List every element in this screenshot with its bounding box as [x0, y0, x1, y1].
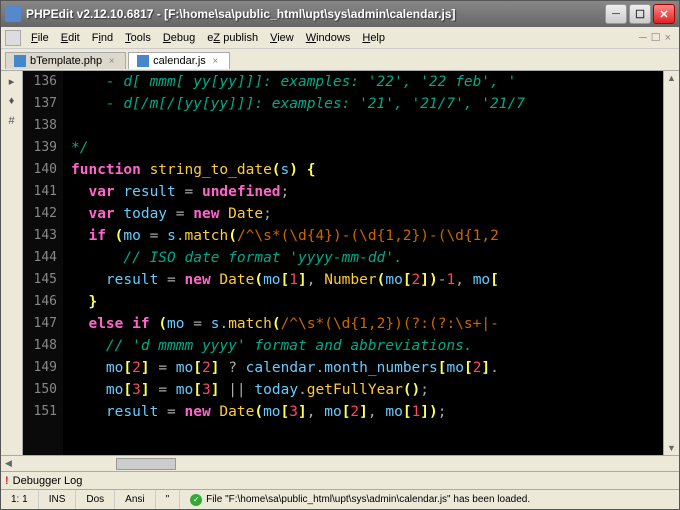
horizontal-scrollbar[interactable]: ◀ [1, 455, 679, 471]
menu-ez[interactable]: eZ publish [201, 30, 264, 46]
vertical-scrollbar[interactable] [663, 71, 679, 455]
app-icon [5, 6, 21, 22]
tabbar: bTemplate.php × calendar.js × [1, 49, 679, 71]
check-icon: ✓ [190, 494, 202, 506]
editor-left-rail: ▸ ♦ # [1, 71, 23, 455]
tab-btemplate[interactable]: bTemplate.php × [5, 52, 126, 69]
tab-close-icon[interactable]: × [665, 32, 671, 44]
titlebar[interactable]: PHPEdit v2.12.10.6817 - [F:\home\sa\publ… [1, 1, 679, 27]
window-title: PHPEdit v2.12.10.6817 - [F:\home\sa\publ… [26, 7, 603, 21]
js-file-icon [137, 55, 149, 67]
scrollbar-thumb[interactable] [116, 458, 176, 470]
code-editor[interactable]: - d[ mmm[ yy[yy]]]: examples: '22', '22 … [63, 71, 663, 455]
app-window: PHPEdit v2.12.10.6817 - [F:\home\sa\publ… [0, 0, 680, 510]
tab-label: calendar.js [153, 55, 206, 67]
line-number-gutter: 1361371381391401411421431441451461471481… [23, 71, 63, 455]
status-eol: Dos [76, 490, 115, 509]
menu-view[interactable]: View [264, 30, 300, 46]
minimize-button[interactable]: ─ [605, 4, 627, 24]
warning-icon: ! [5, 475, 9, 487]
menu-debug[interactable]: Debug [157, 30, 201, 46]
menubar: File Edit Find Tools Debug eZ publish Vi… [1, 27, 679, 49]
hash-icon[interactable]: # [5, 115, 19, 129]
status-message: ✓ File "F:\home\sa\public_html\upt\sys\a… [180, 490, 679, 509]
tab-label: bTemplate.php [30, 55, 102, 67]
tab-minimize-icon[interactable]: ─ [639, 32, 647, 44]
file-icon[interactable] [5, 30, 21, 46]
statusbar: 1: 1 INS Dos Ansi " ✓ File "F:\home\sa\p… [1, 489, 679, 509]
tab-calendar[interactable]: calendar.js × [128, 52, 230, 69]
menu-tools[interactable]: Tools [119, 30, 157, 46]
menu-edit[interactable]: Edit [55, 30, 86, 46]
status-encoding: Ansi [115, 490, 155, 509]
menu-file[interactable]: File [25, 30, 55, 46]
status-cursor-pos: 1: 1 [1, 490, 39, 509]
log-title: Debugger Log [13, 475, 83, 487]
editor-area: ▸ ♦ # 1361371381391401411421431441451461… [1, 71, 679, 455]
menu-help[interactable]: Help [356, 30, 391, 46]
log-panel-header[interactable]: ! Debugger Log [1, 471, 679, 489]
php-file-icon [14, 55, 26, 67]
tab-close-icon[interactable]: × [106, 56, 117, 67]
marker-icon[interactable]: ♦ [5, 95, 19, 109]
status-insert-mode: INS [39, 490, 77, 509]
close-button[interactable]: ✕ [653, 4, 675, 24]
maximize-button[interactable]: ☐ [629, 4, 651, 24]
tab-close-icon[interactable]: × [210, 56, 221, 67]
menu-windows[interactable]: Windows [300, 30, 357, 46]
tab-restore-icon[interactable]: ☐ [651, 31, 661, 44]
status-marker: " [156, 490, 181, 509]
menu-find[interactable]: Find [86, 30, 119, 46]
bookmark-icon[interactable]: ▸ [5, 75, 19, 89]
